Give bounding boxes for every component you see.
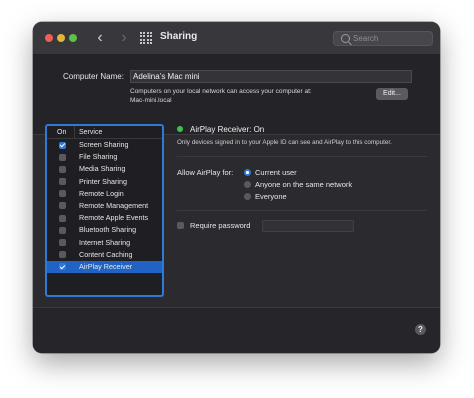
service-row[interactable]: Bluetooth Sharing xyxy=(47,224,162,236)
computer-address-note: Computers on your local network can acce… xyxy=(130,87,370,105)
service-name: Printer Sharing xyxy=(79,176,127,186)
service-row[interactable]: Remote Login xyxy=(47,188,162,200)
service-name: File Sharing xyxy=(79,152,118,162)
password-field[interactable] xyxy=(262,220,354,232)
service-status-title: AirPlay Receiver: On xyxy=(190,125,265,134)
service-checkbox[interactable] xyxy=(59,251,66,259)
service-checkbox[interactable] xyxy=(59,239,66,246)
service-checkbox[interactable] xyxy=(59,141,66,149)
window-title: Sharing xyxy=(160,31,198,42)
computer-name-label: Computer Name: xyxy=(63,72,124,81)
service-row[interactable]: AirPlay Receiver xyxy=(47,260,162,274)
radio-current-user-label[interactable]: Current user xyxy=(255,168,297,177)
allow-airplay-label: Allow AirPlay for: xyxy=(177,168,234,177)
service-name: Remote Management xyxy=(79,200,149,210)
require-password-checkbox[interactable] xyxy=(177,222,184,229)
radio-anyone-same-network-label[interactable]: Anyone on the same network xyxy=(255,180,352,189)
services-list: On Service Screen Sharing File Sharing Med… xyxy=(45,124,164,297)
service-checkbox[interactable] xyxy=(59,165,66,173)
service-name: Remote Login xyxy=(79,188,124,198)
bottom-bar xyxy=(33,307,440,353)
service-checkbox[interactable] xyxy=(59,226,66,234)
search-field[interactable] xyxy=(333,31,433,46)
sharing-window: ‹ › Sharing Computer Name: Adelina’s Mac… xyxy=(33,22,440,353)
service-name: AirPlay Receiver xyxy=(79,261,133,271)
minimize-window-icon[interactable] xyxy=(57,34,65,42)
edit-button[interactable]: Edit... xyxy=(376,88,408,100)
service-checkbox[interactable] xyxy=(59,178,66,186)
search-input[interactable] xyxy=(353,32,429,45)
column-header-service: Service xyxy=(79,129,103,136)
zoom-window-icon[interactable] xyxy=(69,34,77,42)
radio-anyone-same-network[interactable] xyxy=(244,181,251,188)
column-divider xyxy=(74,126,75,138)
service-checkbox[interactable] xyxy=(59,263,66,271)
back-chevron-icon[interactable]: ‹ xyxy=(92,29,108,47)
service-name: Bluetooth Sharing xyxy=(79,225,137,235)
help-button[interactable]: ? xyxy=(415,324,426,335)
computer-name-section: Computer Name: Adelina’s Mac mini Comput… xyxy=(33,54,440,135)
computer-name-field[interactable]: Adelina’s Mac mini xyxy=(130,70,412,83)
service-name: Remote Apple Events xyxy=(79,213,149,223)
show-all-grid-icon[interactable] xyxy=(140,32,152,44)
service-name: Screen Sharing xyxy=(79,140,129,149)
service-row[interactable]: Remote Management xyxy=(47,200,162,212)
service-row[interactable]: Content Caching xyxy=(47,249,162,261)
require-password-label[interactable]: Require password xyxy=(190,221,250,230)
radio-current-user[interactable] xyxy=(244,169,251,176)
close-window-icon[interactable] xyxy=(45,34,53,42)
service-checkbox[interactable] xyxy=(59,190,66,198)
status-indicator-icon xyxy=(177,126,183,132)
service-row[interactable]: Screen Sharing xyxy=(47,139,162,151)
service-checkbox[interactable] xyxy=(59,214,66,222)
computer-address-hostname: Mac-mini.local xyxy=(130,97,172,104)
service-checkbox[interactable] xyxy=(59,202,66,210)
divider xyxy=(177,156,427,157)
service-name: Content Caching xyxy=(79,249,133,259)
service-checkbox[interactable] xyxy=(59,153,66,161)
search-icon xyxy=(341,34,350,43)
service-row[interactable]: Printer Sharing xyxy=(47,176,162,188)
service-name: Media Sharing xyxy=(79,164,126,174)
radio-everyone[interactable] xyxy=(244,193,251,200)
radio-everyone-label[interactable]: Everyone xyxy=(255,192,287,201)
service-row[interactable]: File Sharing xyxy=(47,151,162,163)
divider xyxy=(177,210,427,211)
services-rows: Screen Sharing File Sharing Media Sharing P… xyxy=(47,139,162,274)
column-header-on: On xyxy=(57,129,67,136)
service-row[interactable]: Media Sharing xyxy=(47,163,162,175)
title-bar: ‹ › Sharing xyxy=(33,22,440,55)
service-row[interactable]: Remote Apple Events xyxy=(47,212,162,224)
computer-address-note-line1: Computers on your local network can acce… xyxy=(130,88,312,95)
services-list-header: On Service xyxy=(47,126,162,139)
service-status-description: Only devices signed in to your Apple ID … xyxy=(177,139,392,146)
forward-chevron-icon[interactable]: › xyxy=(116,29,132,47)
service-row[interactable]: Internet Sharing xyxy=(47,237,162,249)
service-name: Internet Sharing xyxy=(79,237,131,247)
